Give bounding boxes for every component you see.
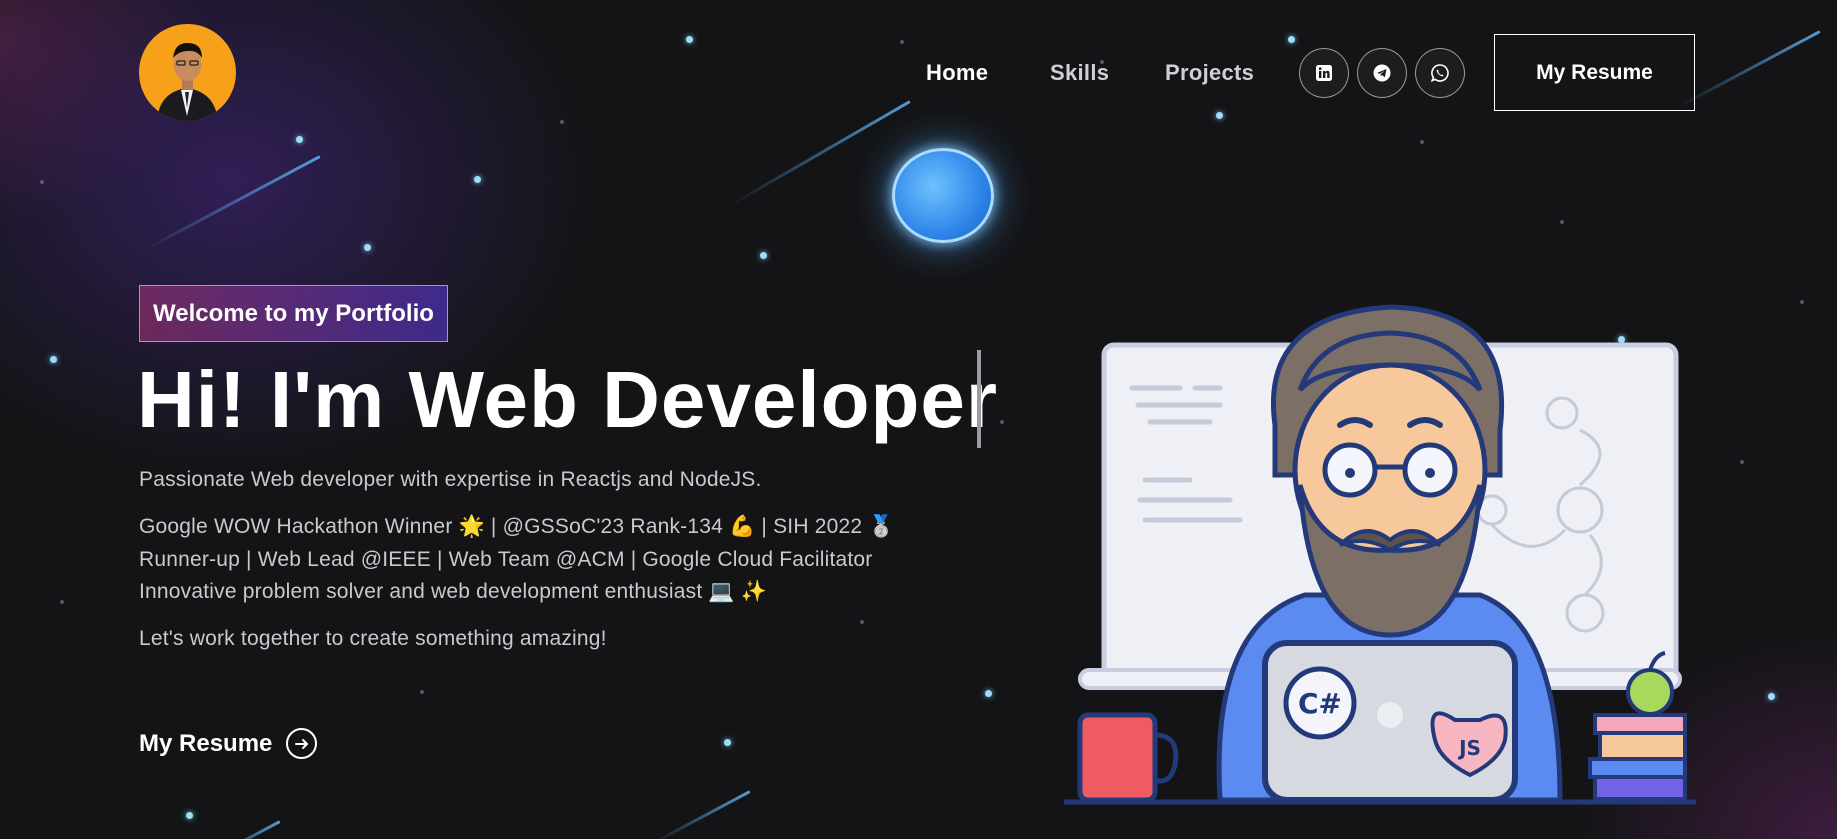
call-to-action-text: Let's work together to create something … [139,627,607,650]
profile-photo [157,42,218,121]
shooting-star [652,790,751,839]
shooting-star [208,820,281,839]
typing-cursor [977,350,981,448]
shooting-star [727,100,911,208]
nav-home[interactable]: Home [926,60,988,86]
nav-projects[interactable]: Projects [1165,60,1254,86]
shooting-star [142,155,321,252]
developer-illustration: C# JS [1064,304,1696,805]
whatsapp-button[interactable] [1415,48,1465,98]
achievements-line-1: Google WOW Hackathon Winner 🌟 | @GSSoC'2… [139,515,895,538]
svg-text:JS: JS [1457,736,1481,760]
page-title: Hi! I'm Web Developer [137,355,998,444]
linkedin-icon [1316,65,1332,81]
telegram-button[interactable] [1357,48,1407,98]
telegram-icon [1373,64,1391,82]
nav-skills[interactable]: Skills [1050,60,1109,86]
svg-text:C#: C# [1298,687,1342,720]
achievements-line-2: Runner-up | Web Lead @IEEE | Web Team @A… [139,548,873,571]
welcome-badge: Welcome to my Portfolio [139,285,448,342]
resume-link[interactable]: My Resume [139,728,318,759]
shooting-star [1678,30,1821,108]
resume-link-label: My Resume [139,729,273,757]
achievements-line-3: Innovative problem solver and web develo… [139,580,768,603]
intro-text: Passionate Web developer with expertise … [139,468,762,491]
arrow-right-circle-icon [286,728,318,759]
avatar[interactable] [139,24,236,121]
resume-button[interactable]: My Resume [1494,34,1695,111]
linkedin-button[interactable] [1299,48,1349,98]
whatsapp-icon [1430,64,1449,83]
planet-graphic [892,148,994,243]
